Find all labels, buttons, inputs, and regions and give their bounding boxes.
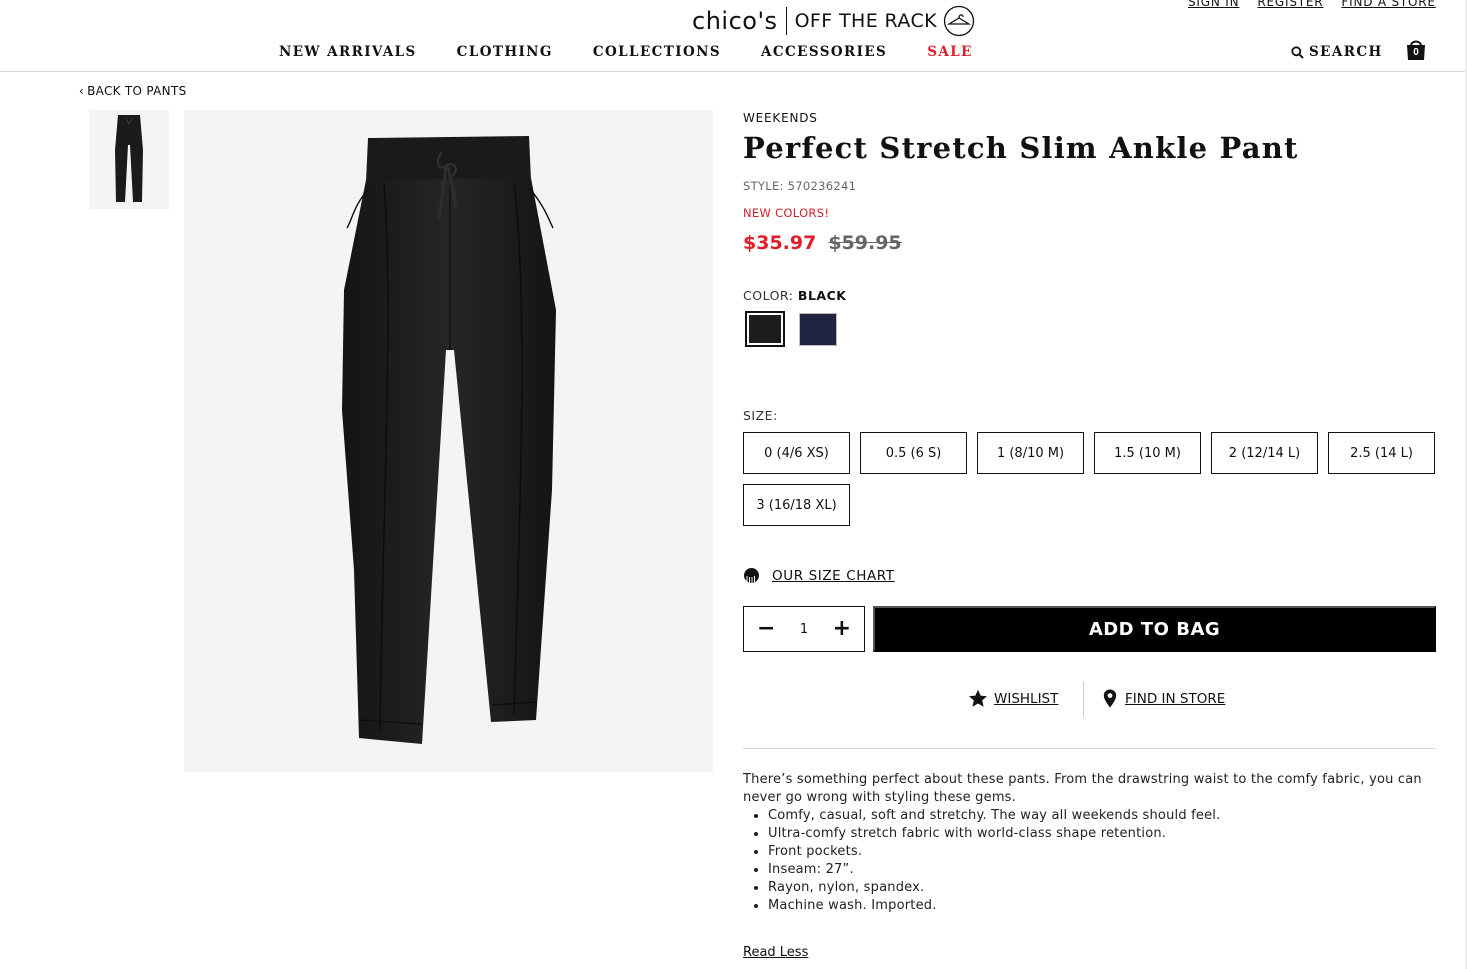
nav-clothing[interactable]: CLOTHING xyxy=(457,44,553,60)
read-less-link[interactable]: Read Less xyxy=(743,945,808,960)
nav-collections[interactable]: COLLECTIONS xyxy=(593,44,721,60)
feature-list: Comfy, casual, soft and stretchy. The wa… xyxy=(768,807,1436,915)
back-to-pants-link[interactable]: ‹ BACK TO PANTS xyxy=(79,84,187,98)
product-brand: WEEKENDS xyxy=(743,111,818,125)
size-option[interactable]: 1.5 (10 M) xyxy=(1094,432,1201,474)
header-divider xyxy=(0,71,1467,72)
feature-item: Machine wash. Imported. xyxy=(768,897,1436,915)
size-option[interactable]: 0 (4/6 XS) xyxy=(743,432,850,474)
product-title: Perfect Stretch Slim Ankle Pant xyxy=(743,131,1299,165)
size-option[interactable]: 0.5 (6 S) xyxy=(860,432,967,474)
swatch-navy-fill xyxy=(800,314,836,345)
price-block: $35.97 $59.95 xyxy=(743,232,902,254)
search-button[interactable]: SEARCH xyxy=(1291,44,1383,60)
size-chart-link[interactable]: OUR SIZE CHART xyxy=(772,568,895,584)
measuring-tape-icon xyxy=(744,568,759,583)
sign-in-link[interactable]: SIGN IN xyxy=(1188,0,1239,9)
product-main-image[interactable] xyxy=(184,110,713,772)
wishlist-action[interactable]: WISHLIST xyxy=(968,689,1058,708)
back-label: BACK TO PANTS xyxy=(87,84,187,98)
original-price: $59.95 xyxy=(828,232,902,254)
color-label: COLOR: BLACK xyxy=(743,288,846,303)
color-swatches xyxy=(745,311,837,347)
register-link[interactable]: REGISTER xyxy=(1257,0,1323,9)
product-style-number: STYLE: 570236241 xyxy=(743,179,857,193)
size-option[interactable]: 2 (12/14 L) xyxy=(1211,432,1318,474)
size-option[interactable]: 3 (16/18 XL) xyxy=(743,484,850,526)
color-label-text: COLOR: xyxy=(743,288,794,303)
size-option[interactable]: 2.5 (14 L) xyxy=(1328,432,1435,474)
wishlist-link[interactable]: WISHLIST xyxy=(994,691,1058,707)
size-option[interactable]: 1 (8/10 M) xyxy=(977,432,1084,474)
hanger-emblem-icon xyxy=(943,5,975,37)
map-pin-icon xyxy=(1103,689,1117,708)
site-logo[interactable]: chico's OFF THE RACK xyxy=(692,5,975,37)
chevron-left-icon: ‹ xyxy=(79,84,85,98)
size-label: SIZE: xyxy=(743,408,778,423)
swatch-navy[interactable] xyxy=(799,313,837,346)
quantity-value[interactable]: 1 xyxy=(800,622,808,637)
pants-image xyxy=(342,136,556,744)
product-description: There’s something perfect about these pa… xyxy=(743,771,1436,915)
star-icon xyxy=(969,689,987,707)
bag-count: 0 xyxy=(1413,47,1419,58)
search-icon xyxy=(1291,45,1304,59)
decrease-quantity-button[interactable]: − xyxy=(757,618,775,640)
sale-price: $35.97 xyxy=(743,232,817,254)
nav-sale[interactable]: SALE xyxy=(927,44,973,60)
swatch-black[interactable] xyxy=(745,311,785,347)
feature-item: Front pockets. xyxy=(768,843,1436,861)
feature-item: Comfy, casual, soft and stretchy. The wa… xyxy=(768,807,1436,825)
logo-wordmark: chico's xyxy=(692,7,778,35)
shopping-bag-button[interactable]: 0 xyxy=(1405,38,1427,62)
new-colors-badge: NEW COLORS! xyxy=(743,206,830,220)
logo-divider xyxy=(785,7,787,35)
increase-quantity-button[interactable]: + xyxy=(833,618,851,640)
swatch-black-fill xyxy=(749,315,781,343)
description-divider xyxy=(743,748,1436,749)
size-options: 0 (4/6 XS) 0.5 (6 S) 1 (8/10 M) 1.5 (10 … xyxy=(743,432,1437,526)
product-thumbnail[interactable] xyxy=(89,110,169,209)
selected-color-name: BLACK xyxy=(797,288,847,303)
pants-thumbnail-image xyxy=(115,115,143,202)
search-label: SEARCH xyxy=(1309,44,1383,60)
find-a-store-link[interactable]: FIND A STORE xyxy=(1341,0,1435,9)
feature-item: Rayon, nylon, spandex. xyxy=(768,879,1436,897)
quantity-stepper: − 1 + xyxy=(743,606,865,652)
add-to-bag-button[interactable]: ADD TO BAG xyxy=(873,606,1436,652)
nav-new-arrivals[interactable]: NEW ARRIVALS xyxy=(279,44,417,60)
logo-subtitle: OFF THE RACK xyxy=(794,10,937,32)
description-text: There’s something perfect about these pa… xyxy=(743,772,1422,805)
feature-item: Inseam: 27”. xyxy=(768,861,1436,879)
feature-item: Ultra-comfy stretch fabric with world-cl… xyxy=(768,825,1436,843)
actions-divider xyxy=(1083,682,1084,717)
find-in-store-link[interactable]: FIND IN STORE xyxy=(1125,691,1225,707)
main-nav: NEW ARRIVALS CLOTHING COLLECTIONS ACCESS… xyxy=(279,44,1013,60)
size-chart-link-row: OUR SIZE CHART xyxy=(743,567,895,584)
find-in-store-action[interactable]: FIND IN STORE xyxy=(1103,689,1225,708)
utility-nav: SIGN IN REGISTER FIND A STORE xyxy=(1188,0,1436,9)
nav-accessories[interactable]: ACCESSORIES xyxy=(761,44,887,60)
